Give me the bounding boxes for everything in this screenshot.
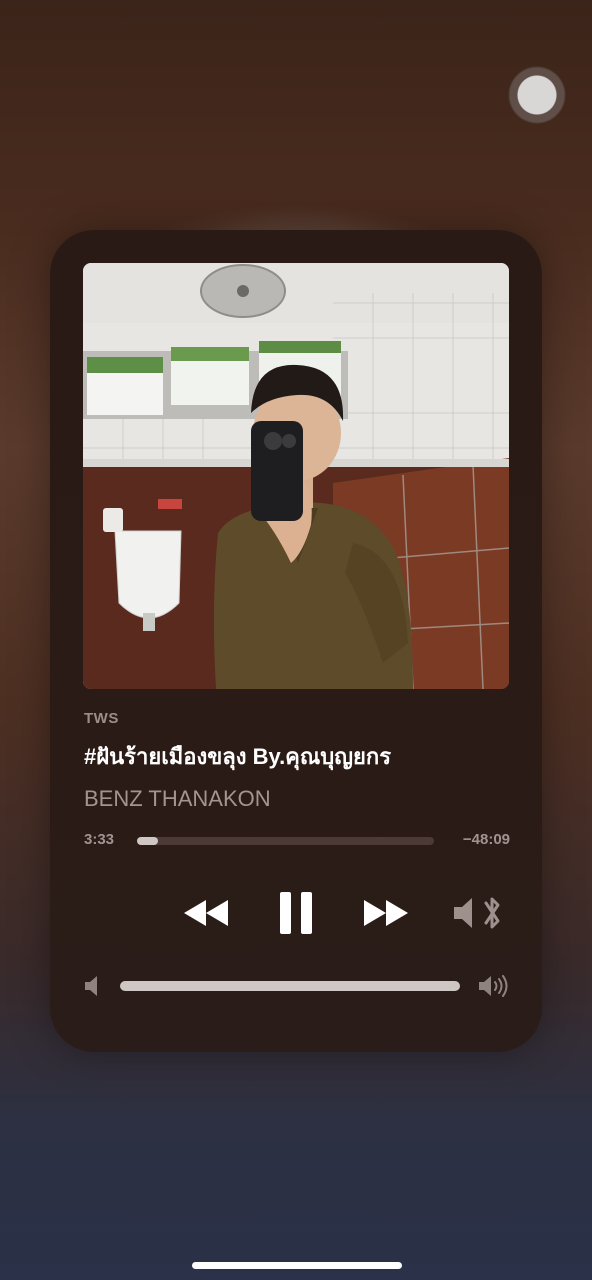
assistive-touch-button[interactable] (508, 66, 566, 124)
pause-icon (278, 890, 314, 941)
volume-control (84, 974, 510, 998)
transport-controls (50, 885, 542, 945)
fast-forward-button[interactable] (358, 885, 414, 945)
scrubber-track[interactable] (137, 837, 434, 845)
volume-slider[interactable] (120, 981, 460, 991)
fast-forward-icon (362, 898, 410, 933)
elapsed-time: 3:33 (84, 831, 115, 848)
scrubber-fill (137, 837, 158, 845)
track-info: TWS #ฝันร้ายเมืองขลุง By.คุณบุญยกร BENZ … (84, 710, 514, 812)
rewind-button[interactable] (178, 885, 234, 945)
volume-high-icon (478, 974, 510, 1003)
track-title: #ฝันร้ายเมืองขลุง By.คุณบุญยกร (84, 744, 392, 769)
remaining-time: −48:09 (462, 831, 510, 848)
playback-source: TWS (84, 710, 119, 727)
rewind-icon (182, 898, 230, 933)
now-playing-card: TWS #ฝันร้ายเมืองขลุง By.คุณบุญยกร BENZ … (50, 230, 542, 1052)
audio-output-button[interactable] (450, 885, 506, 945)
speaker-bluetooth-icon (452, 894, 504, 937)
track-artist: BENZ THANAKON (84, 786, 271, 811)
home-indicator[interactable] (192, 1262, 402, 1269)
pause-button[interactable] (266, 885, 326, 945)
volume-low-icon (84, 975, 100, 1002)
album-artwork (83, 263, 509, 689)
playback-progress: 3:33 −48:09 (84, 831, 510, 851)
